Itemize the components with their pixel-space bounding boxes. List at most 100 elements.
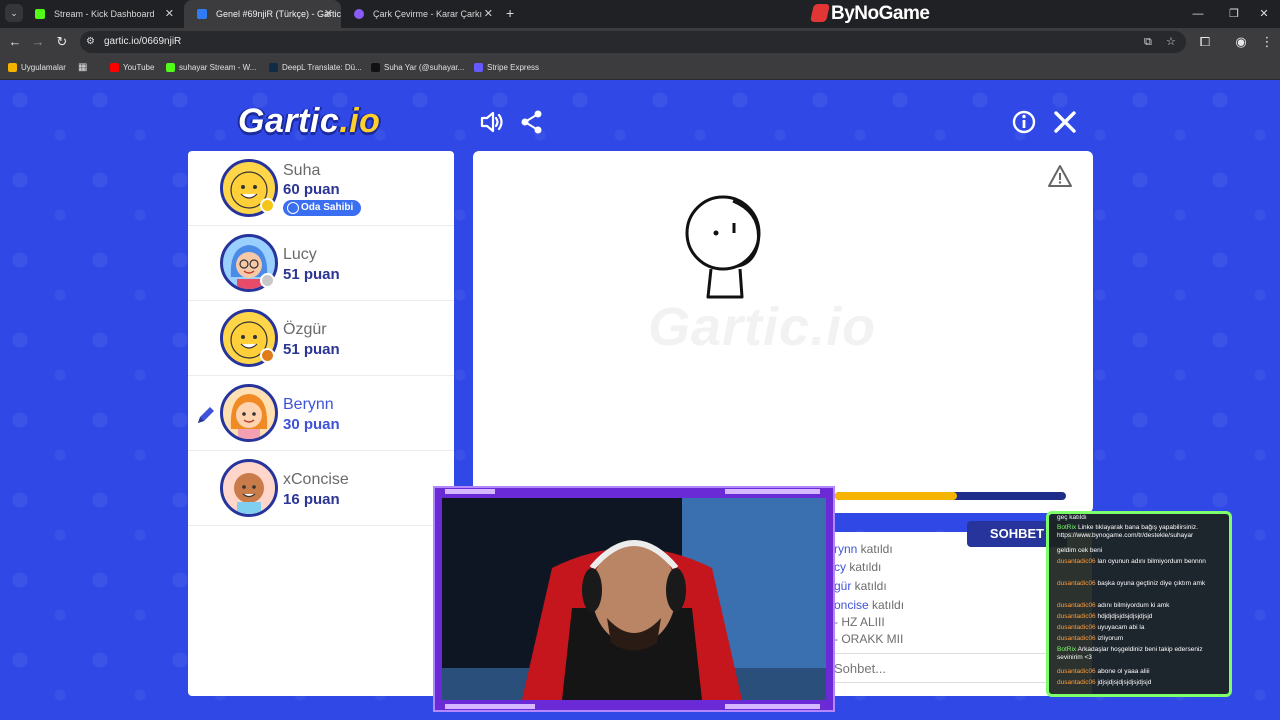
profile-icon[interactable]: ◉ [1230,28,1252,56]
sound-icon[interactable] [478,108,506,136]
site-settings-icon[interactable]: ⚙ [86,31,95,53]
bookmark-apps[interactable]: Uygulamalar [8,56,66,80]
chat-user: gür [834,579,852,593]
drawing-sketch [685,195,761,299]
bookmark-deepl[interactable]: DeepL Translate: Dü... [269,56,362,80]
frame-accent [445,704,535,709]
stream-chat-line: dusantadic06 adını bilmiyordum ki amk [1057,602,1229,610]
close-icon[interactable]: ✕ [324,0,333,28]
canvas-watermark: Gartic.io [648,296,876,358]
status-dot [260,348,275,363]
bookmark-label: suhayar Stream - W... [179,63,257,72]
chat-username: dusantadic06 [1057,668,1096,675]
stream-chat-line: dusantadic06 izliyorum [1057,635,1229,643]
round-timer-fill [835,492,958,500]
webcam-video [442,498,826,700]
chat-text: katıldı [846,560,882,574]
status-dot [260,198,275,213]
player-row[interactable]: Suha 60 puan Oda Sahibi [188,151,454,226]
stream-chat-overlay: geç katıldı BotRix Linke tıklayarak bana… [1046,511,1232,697]
info-icon[interactable] [1010,108,1038,136]
bookmark-label: Suha Yar (@suhayar... [384,63,465,72]
chat-username: BotRix [1057,524,1077,531]
youtube-icon [110,63,119,72]
apps-grid-icon [8,63,17,72]
new-tab-button[interactable]: + [506,0,514,28]
webcam-overlay [433,486,835,712]
tab-search-button[interactable]: ⌄ [5,4,23,22]
bookmark-tiktok[interactable]: Suha Yar (@suhayar... [371,56,464,80]
logo-main: Gartic [238,102,340,140]
minimize-button[interactable]: — [1180,0,1216,28]
player-name: Lucy [283,246,317,263]
tab-title: Genel #69njiR (Türkçe) - Gartic [216,9,341,19]
bookmark-grid[interactable]: ▦ [78,56,87,80]
chat-input[interactable]: Sohbet... [834,653,1049,683]
close-icon[interactable]: ✕ [165,0,174,28]
reload-button[interactable]: ↻ [51,28,73,56]
stream-chat-line: dusantadic06 uyuyacam abi la [1057,624,1229,632]
bookmark-label: Uygulamalar [21,63,66,72]
kick-icon [35,9,45,19]
back-button[interactable]: ← [4,28,26,56]
chat-line: gür katıldı [834,579,887,593]
bookmark-youtube[interactable]: YouTube [110,56,154,80]
chat-username: BotRix [1057,646,1077,653]
watermark-suffix: .io [810,297,877,357]
tab-kick-dashboard[interactable]: Stream - Kick Dashboard ✕ [22,0,182,28]
chat-message: Arkadaşlar hoşgeldiniz beni takip ederse… [1057,646,1203,661]
chat-message: izliyorum [1097,635,1124,642]
drawing-canvas[interactable]: Gartic.io [473,151,1093,513]
logo-suffix: .io [339,102,381,140]
bynogame-mark-icon [810,4,830,22]
chat-line: rynn katıldı [834,542,893,556]
players-list: Suha 60 puan Oda Sahibi Lucy 51 puan Özg… [188,151,454,696]
chat-message: lan oyunun adını bilmiyordum bennnn [1097,558,1206,565]
stripe-icon [474,63,483,72]
url-text: gartic.io/0669njiR [104,36,182,47]
chat-message: jdjsjdjsjdjsjdjsjdjsjd [1097,679,1152,686]
menu-icon[interactable]: ⋮ [1256,28,1278,56]
bookmark-label: DeepL Translate: Dü... [282,63,362,72]
report-warning-icon[interactable] [1047,164,1073,188]
bookmark-label: YouTube [123,63,155,72]
chat-user: cy [834,560,846,574]
close-window-button[interactable]: ✕ [1246,0,1280,28]
player-name: xConcise [283,471,349,488]
close-icon[interactable]: ✕ [484,0,493,28]
share-icon[interactable] [518,108,546,136]
player-score: 60 puan [283,181,340,198]
bookmark-star-icon[interactable]: ☆ [1166,31,1176,53]
cast-icon[interactable]: ⧉ [1144,31,1152,53]
chat-message: abone ol yaaa aliii [1097,668,1150,675]
player-name: Özgür [283,321,327,338]
stream-chat-line: geç katıldı [1057,514,1229,522]
watermark-main: Gartic [648,297,811,357]
bookmark-stripe[interactable]: Stripe Express [474,56,539,80]
close-icon[interactable] [1051,108,1079,136]
chat-username: dusantadic06 [1057,558,1096,565]
omnibox[interactable]: ⚙ gartic.io/0669njiR ⧉ ☆ [80,31,1186,53]
chat-username: dusantadic06 [1057,613,1096,620]
stream-chat-line: dusantadic06 başka oyuna geçtiniz diye ç… [1057,580,1229,588]
player-row[interactable]: Özgür 51 puan [188,301,454,376]
pencil-icon [198,407,214,423]
chat-message: adını bilmiyordum ki amk [1097,602,1170,609]
extensions-icon[interactable]: ⧠ [1194,28,1216,56]
gartic-icon [197,9,207,19]
player-row[interactable]: Berynn 30 puan [188,376,454,451]
forward-button[interactable]: → [27,28,49,56]
status-dot [260,273,275,288]
wheel-icon [354,9,364,19]
player-score: 30 puan [283,416,340,433]
player-row[interactable]: Lucy 51 puan [188,226,454,301]
bookmark-kick-stream[interactable]: suhayar Stream - W... [166,56,256,80]
player-row[interactable]: xConcise 16 puan [188,451,454,526]
chat-message: hdjdjdjsjdsjdjsjdjsjd [1097,613,1153,620]
stream-chat-line: dusantadic06 lan oyunun adını bilmiyordu… [1057,558,1229,566]
tab-karar-carki[interactable]: Çark Çevirme - Karar Çarkı ✕ [341,0,501,28]
tab-gartic[interactable]: Genel #69njiR (Türkçe) - Gartic ✕ [184,0,341,28]
stream-chat-line: dusantadic06 abone ol yaaa aliii [1057,668,1229,676]
owner-badge: Oda Sahibi [283,200,362,216]
chat-username: dusantadic06 [1057,624,1096,631]
